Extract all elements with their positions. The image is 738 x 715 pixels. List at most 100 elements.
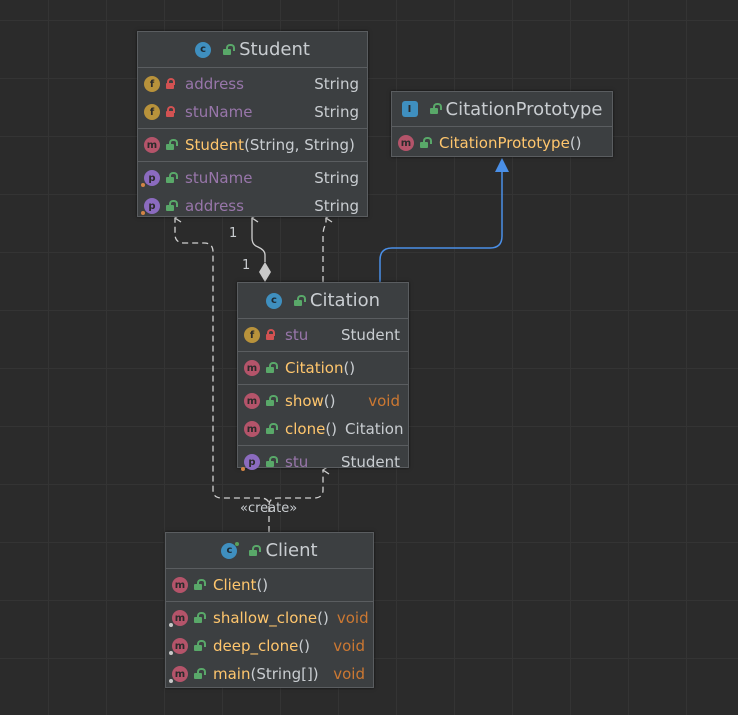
static-method-icon: m — [169, 638, 188, 655]
method-name: deep_clone — [213, 637, 299, 655]
public-visibility-icon — [418, 137, 432, 149]
field-type: String — [314, 103, 359, 121]
property-icon: p — [241, 454, 260, 471]
method-params: () — [343, 359, 356, 377]
constructor-row[interactable]: m CitationPrototype() — [392, 129, 612, 157]
class-title: CitationPrototype — [445, 98, 603, 120]
property-row[interactable]: p address String — [138, 192, 367, 220]
fields-section: f address String f stuName String — [138, 68, 367, 129]
property-type: Student — [340, 453, 400, 471]
field-icon: f — [144, 104, 160, 120]
method-name: Client — [213, 576, 257, 594]
field-type: String — [314, 75, 359, 93]
method-row[interactable]: m deep_clone() void — [166, 632, 373, 660]
field-row[interactable]: f stuName String — [138, 98, 367, 126]
create-stereotype-label: «create» — [240, 501, 298, 516]
field-row[interactable]: f address String — [138, 70, 367, 98]
class-icon: c — [221, 541, 240, 559]
method-icon: m — [244, 421, 260, 437]
static-method-icon: m — [169, 666, 188, 683]
method-name: Student — [185, 136, 245, 154]
citation-implements-prototype-edge — [379, 172, 503, 282]
class-title: Citation — [309, 290, 381, 311]
constructor-row[interactable]: m Student(String, String) — [138, 131, 367, 159]
constructors-section: m CitationPrototype() — [392, 127, 612, 159]
method-params: () — [256, 576, 269, 594]
return-type: void — [333, 665, 365, 683]
method-name: Citation — [285, 359, 344, 377]
method-params: (String, String) — [244, 136, 355, 154]
public-visibility-icon — [164, 139, 178, 151]
citation-prototype-node[interactable]: I CitationPrototype m CitationPrototype(… — [391, 91, 613, 157]
field-icon: f — [144, 76, 160, 92]
public-visibility-icon — [164, 172, 178, 184]
constructors-section: m Citation() — [238, 352, 408, 385]
citation-class-node[interactable]: c Citation f stu Student m Citation() m … — [237, 282, 409, 471]
method-name: CitationPrototype — [439, 134, 570, 152]
methods-section: m shallow_clone() void m deep_clone() vo… — [166, 602, 373, 690]
method-name: show — [285, 392, 324, 410]
aggregation-diamond — [259, 262, 271, 282]
field-name: stuName — [185, 103, 253, 121]
static-method-icon: m — [169, 610, 188, 627]
constructors-section: m Student(String, String) — [138, 129, 367, 162]
property-row[interactable]: p stu Student — [238, 448, 408, 476]
public-visibility-icon — [247, 544, 262, 557]
return-type: void — [336, 609, 369, 627]
field-name: stu — [285, 326, 309, 344]
public-visibility-icon — [264, 395, 278, 407]
method-params: () — [325, 420, 338, 438]
multiplicity-citation-end: 1 — [242, 258, 251, 273]
property-type: String — [314, 169, 359, 187]
method-name: main — [213, 665, 251, 683]
public-visibility-icon — [192, 579, 206, 591]
method-icon: m — [398, 135, 414, 151]
method-params: () — [317, 609, 329, 627]
method-row[interactable]: m shallow_clone() void — [166, 604, 373, 632]
return-type: Citation — [345, 420, 404, 438]
method-icon: m — [172, 577, 188, 593]
private-visibility-icon — [264, 329, 276, 341]
multiplicity-student-end: 1 — [229, 226, 238, 241]
property-icon: p — [141, 170, 160, 187]
field-row[interactable]: f stu Student — [238, 321, 408, 349]
public-visibility-icon — [221, 43, 236, 56]
property-type: String — [314, 197, 359, 215]
property-name: stuName — [185, 169, 253, 187]
public-visibility-icon — [264, 456, 278, 468]
method-name: clone — [285, 420, 326, 438]
citation-student-dependency-edge — [322, 218, 326, 282]
constructor-row[interactable]: m Citation() — [238, 354, 408, 382]
method-params: () — [323, 392, 336, 410]
method-params: () — [298, 637, 311, 655]
property-row[interactable]: p stuName String — [138, 164, 367, 192]
property-name: stu — [285, 453, 309, 471]
method-icon: m — [244, 393, 260, 409]
private-visibility-icon — [164, 78, 176, 90]
inheritance-arrowhead — [495, 158, 509, 172]
client-class-node[interactable]: c Client m Client() m shallow_clone() vo… — [165, 532, 374, 688]
constructor-row[interactable]: m Client() — [166, 571, 373, 599]
citation-student-aggregation-edge — [252, 218, 266, 262]
properties-section: p stu Student — [238, 446, 408, 478]
field-name: address — [185, 75, 244, 93]
public-visibility-icon — [264, 423, 278, 435]
method-row[interactable]: m clone() Citation — [238, 415, 408, 443]
public-visibility-icon — [192, 668, 206, 680]
class-icon: c — [195, 41, 212, 58]
property-icon: p — [141, 198, 160, 215]
class-title: Student — [239, 39, 310, 60]
public-visibility-icon — [192, 640, 206, 652]
student-class-node[interactable]: c Student f address String f stuName Str… — [137, 31, 368, 217]
method-row[interactable]: m show() void — [238, 387, 408, 415]
return-type: void — [333, 637, 365, 655]
method-row[interactable]: m main(String[]) void — [166, 660, 373, 688]
class-title: Client — [265, 540, 318, 561]
method-icon: m — [244, 360, 260, 376]
method-name: shallow_clone — [213, 609, 318, 627]
public-visibility-icon — [428, 103, 442, 115]
method-params: (String[]) — [250, 665, 319, 683]
public-visibility-icon — [292, 294, 306, 307]
interface-icon: I — [401, 101, 418, 117]
property-name: address — [185, 197, 244, 215]
